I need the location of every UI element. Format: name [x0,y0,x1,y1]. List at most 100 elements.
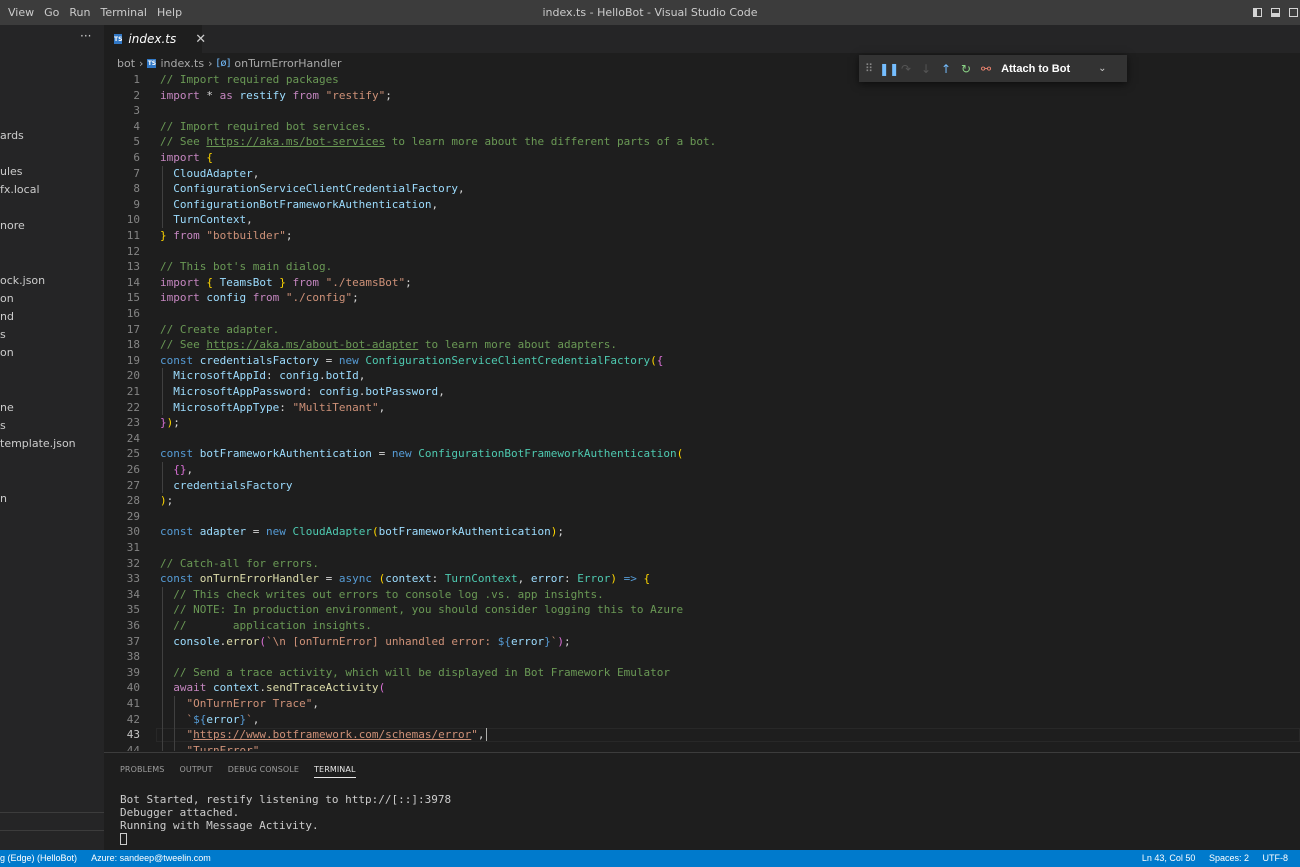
line-number: 29 [126,509,140,523]
pause-icon[interactable]: ❚❚ [879,62,899,76]
line-number: 17 [126,322,140,336]
chevron-down-icon[interactable]: ⌄ [1098,63,1106,74]
line-number: 10 [126,213,140,227]
line-number: 39 [126,665,140,679]
line-content: console.error(`\n [onTurnError] unhandle… [160,634,571,648]
step-out-icon[interactable]: ↑ [939,62,953,76]
line-number: 27 [126,478,140,492]
line-number: 38 [126,650,140,664]
line-number: 43 [126,728,140,742]
debug-target-select[interactable]: Attach to Bot [1001,63,1070,75]
terminal-line: Running with Message Activity. [120,819,319,832]
line-number: 32 [126,556,140,570]
line-number: 41 [126,697,140,710]
menu-terminal[interactable]: Terminal [95,0,152,25]
line-content: // Import required bot services. [160,119,372,133]
more-actions-icon[interactable]: ··· [80,29,91,43]
terminal-line: Debugger attached. [120,806,240,819]
tab-index-ts[interactable]: TS index.ts ✕ [104,25,206,53]
line-number: 9 [133,197,140,211]
menu-help[interactable]: Help [152,0,187,25]
line-number: 40 [126,681,140,695]
line-number: 34 [126,587,140,601]
close-icon[interactable]: ✕ [195,32,206,47]
line-content: // Send a trace activity, which will be … [160,665,670,679]
file-item[interactable]: nore [0,219,25,233]
line-number: 16 [126,307,140,320]
breadcrumb-folder[interactable]: bot [117,57,135,70]
file-item[interactable]: fx.local [0,183,40,197]
file-item[interactable]: on [0,292,14,306]
line-content: // Import required packages [160,73,339,86]
line-number: 6 [133,151,140,164]
menu-run[interactable]: Run [64,0,95,25]
line-number: 33 [126,572,140,586]
breadcrumb-file[interactable]: index.ts [160,57,204,70]
file-item[interactable]: n [0,492,7,506]
tab-debug-console[interactable]: DEBUG CONSOLE [228,765,299,774]
status-azure-account[interactable]: Azure: sandeep@tweelin.com [91,853,211,863]
line-content: `${error}`, [160,712,260,726]
line-content: await context.sendTraceActivity( [160,681,386,695]
title-bar: View Go Run Terminal Help index.ts - Hel… [0,0,1300,25]
line-content: import config from "./config"; [160,291,359,305]
file-item[interactable]: ards [0,129,24,143]
window-title: index.ts - HelloBot - Visual Studio Code [542,6,758,19]
line-number: 15 [126,291,140,305]
sidebar-divider [0,830,104,831]
file-item[interactable]: s [0,419,6,433]
file-item[interactable]: s [0,328,6,342]
toggle-primary-sidebar-icon[interactable] [1253,8,1262,17]
step-into-icon[interactable]: ↓ [919,62,933,76]
status-cursor-position[interactable]: Ln 43, Col 50 [1142,853,1196,863]
line-content: MicrosoftAppType: "MultiTenant", [160,400,386,414]
toggle-panel-icon[interactable] [1271,8,1280,17]
breadcrumb-symbol[interactable]: onTurnErrorHandler [234,57,341,70]
tab-problems[interactable]: PROBLEMS [120,765,164,774]
line-number: 30 [126,525,140,539]
line-number: 14 [126,275,140,289]
file-item[interactable]: nd [0,310,14,324]
line-content: credentialsFactory [160,478,293,492]
status-encoding[interactable]: UTF-8 [1263,853,1289,863]
line-number: 13 [126,260,140,274]
line-content: CloudAdapter, [160,166,260,180]
restart-icon[interactable]: ↻ [959,62,973,76]
line-content: }); [160,416,180,430]
line-content: import { TeamsBot } from "./teamsBot"; [160,275,412,289]
file-item[interactable]: on [0,346,14,360]
line-content: const botFrameworkAuthentication = new C… [160,447,684,461]
terminal-cursor [120,833,127,845]
menu-go[interactable]: Go [39,0,64,25]
line-number: 36 [126,619,140,632]
drag-handle-icon[interactable]: ⠿ [865,62,873,75]
step-over-icon[interactable]: ↷ [899,62,913,76]
line-content: ); [160,494,174,508]
bottom-panel: PROBLEMS OUTPUT DEBUG CONSOLE TERMINAL B… [104,752,1300,851]
line-number: 20 [126,369,140,383]
code-editor[interactable]: 1 // Import required packages 2 import * as… [104,73,1300,751]
line-content: // This bot's main dialog. [160,260,333,274]
terminal-output[interactable]: Bot Started, restify listening to http:/… [120,793,451,845]
line-number: 3 [133,104,140,118]
menu-view[interactable]: View [0,0,39,25]
breadcrumb: bot › TS index.ts › [ø] onTurnErrorHandl… [104,53,854,73]
status-debug-target[interactable]: g (Edge) (HelloBot) [0,853,77,863]
toggle-secondary-sidebar-icon[interactable] [1289,8,1298,17]
disconnect-icon[interactable]: ⚯ [979,62,993,76]
line-content: // Create adapter. [160,322,280,336]
typescript-file-icon: TS [114,34,123,44]
status-indentation[interactable]: Spaces: 2 [1209,853,1249,863]
layout-controls [1253,0,1300,25]
line-number: 26 [126,463,140,476]
line-content: ConfigurationBotFrameworkAuthentication, [160,197,439,211]
file-item[interactable]: ne [0,401,14,415]
file-item[interactable]: template.json [0,437,76,451]
line-content: {}, [160,463,194,476]
tab-output[interactable]: OUTPUT [179,765,212,774]
line-content: // Catch-all for errors. [160,556,319,570]
tab-terminal[interactable]: TERMINAL [314,765,356,778]
file-item[interactable]: ock.json [0,274,45,288]
file-item[interactable]: ules [0,165,23,179]
line-content: // This check writes out errors to conso… [160,587,604,601]
